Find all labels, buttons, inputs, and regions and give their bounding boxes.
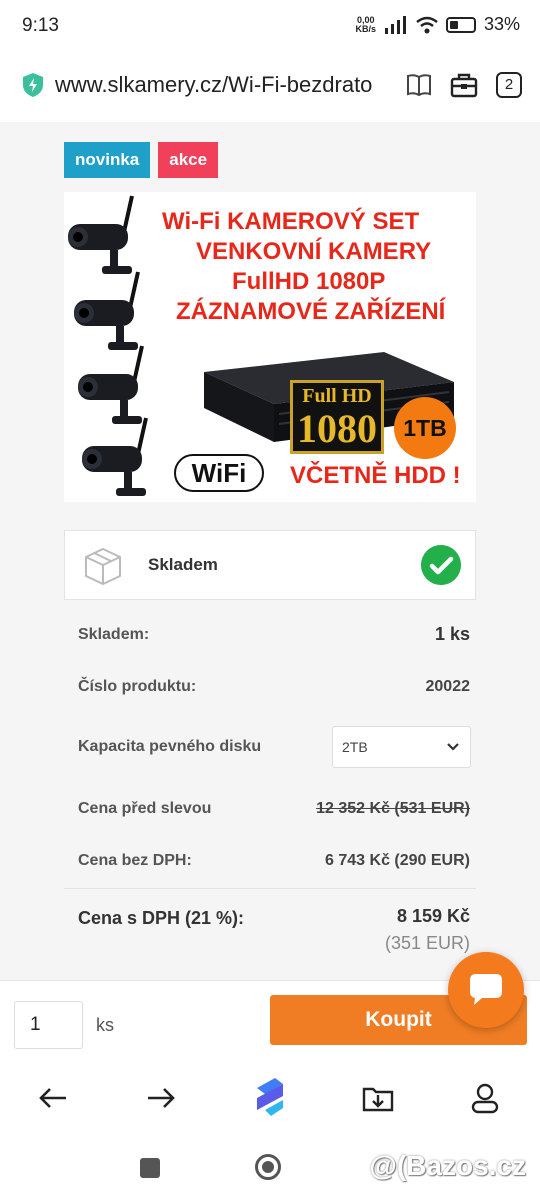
wifi-icon	[416, 16, 438, 33]
back-arrow-icon[interactable]	[36, 1081, 70, 1115]
hdd-capacity-select[interactable]: 2TB	[332, 726, 471, 768]
recent-apps-button[interactable]	[140, 1158, 160, 1178]
detail-row-price-no-vat: Cena bez DPH: 6 743 Kč (290 EUR)	[64, 850, 476, 874]
image-headline-2: VENKOVNÍ KAMERY	[196, 238, 432, 265]
price-no-vat-value: 6 743 Kč (290 EUR)	[325, 852, 470, 869]
browser-url-bar: www.slkamery.cz/Wi-Fi-bezdrato 2	[0, 52, 540, 122]
watermark: @(Bazos.cz	[369, 1150, 526, 1181]
capacity-label: 1TB	[403, 415, 447, 441]
url-address[interactable]: www.slkamery.cz/Wi-Fi-bezdrato	[55, 72, 395, 98]
badge-new: novinka	[64, 142, 151, 178]
browser-bottom-nav	[0, 1064, 540, 1134]
badge-sale: akce	[158, 142, 219, 178]
product-image[interactable]: Wi-Fi KAMEROVÝ SET VENKOVNÍ KAMERY FullH…	[64, 192, 476, 502]
stock-value: 1 ks	[434, 624, 470, 644]
status-icons: 0,00 KB/s 33%	[355, 14, 520, 35]
price-before-label: Cena před slevou	[78, 800, 212, 817]
fullhd-sticker: Full HD 1080	[290, 380, 384, 454]
battery-icon	[445, 16, 476, 33]
product-content: novinka akce Wi-Fi KAMEROVÝ SET VENKOVNÍ…	[0, 122, 540, 980]
forward-arrow-icon[interactable]	[144, 1081, 178, 1115]
detail-row-product-number: Číslo produktu: 20022	[64, 676, 476, 700]
browser-logo-icon[interactable]	[251, 1076, 289, 1118]
tab-count-button[interactable]: 2	[496, 72, 522, 98]
shield-lightning-icon[interactable]	[22, 72, 44, 98]
wifi-logo: WiFi	[174, 454, 264, 492]
stock-status-box: Skladem	[64, 530, 476, 600]
downloads-icon[interactable]	[361, 1081, 395, 1115]
hdd-note: VČETNĚ HDD !	[290, 462, 461, 489]
profile-icon[interactable]	[468, 1081, 502, 1115]
status-bar: 9:13 0,00 KB/s 33%	[0, 0, 540, 52]
image-headline-3: FullHD 1080P	[232, 268, 386, 295]
hdd-capacity-label: Kapacita pevného disku	[78, 738, 262, 755]
price-no-vat-label: Cena bez DPH:	[78, 852, 192, 869]
detail-row-hdd-capacity: Kapacita pevného disku 2TB	[64, 726, 476, 768]
wifi-logo-text: WiFi	[191, 458, 247, 488]
chat-button[interactable]	[448, 952, 524, 1028]
quantity-unit: ks	[96, 1015, 114, 1035]
detail-row-stock: Skladem: 1 ks	[64, 624, 476, 648]
camera-illustration	[68, 195, 148, 496]
chat-bubble-icon	[470, 974, 502, 1005]
network-speed-unit: KB/s	[355, 23, 376, 34]
price-vat-value: 8 159 Kč	[396, 906, 470, 926]
price-vat-eur: (351 EUR)	[384, 933, 470, 953]
system-nav-bar: @(Bazos.cz	[0, 1134, 540, 1200]
stock-status-label: Skladem	[148, 555, 218, 574]
product-badges: novinka akce	[64, 142, 219, 178]
image-headline-1: Wi-Fi KAMEROVÝ SET	[162, 208, 420, 235]
chevron-down-icon	[447, 743, 459, 751]
price-before-value: 12 352 Kč (531 EUR)	[316, 800, 470, 817]
price-divider	[64, 888, 476, 889]
product-number-value: 20022	[425, 678, 471, 695]
price-vat-label: Cena s DPH (21 %):	[78, 908, 245, 928]
battery-percent: 33%	[483, 14, 520, 34]
check-icon	[421, 545, 461, 585]
resolution-label: 1080	[297, 406, 377, 451]
image-headline-4: ZÁZNAMOVÉ ZAŘÍZENÍ	[176, 298, 446, 325]
toolbox-icon[interactable]	[449, 70, 479, 100]
product-number-label: Číslo produktu:	[78, 678, 197, 695]
capacity-sticker: 1TB	[394, 397, 456, 459]
detail-row-price-vat: Cena s DPH (21 %): 8 159 Kč (351 EUR)	[64, 906, 476, 962]
quantity-input[interactable]	[14, 1001, 83, 1049]
signal-icon	[384, 15, 406, 34]
network-speed: 0,00 KB/s	[355, 15, 376, 34]
hdd-capacity-selected: 2TB	[342, 739, 368, 755]
detail-row-price-before: Cena před slevou 12 352 Kč (531 EUR)	[64, 798, 476, 822]
status-time: 9:13	[22, 15, 59, 36]
reader-mode-icon[interactable]	[404, 70, 434, 100]
home-button[interactable]	[255, 1154, 281, 1180]
stock-label: Skladem:	[78, 626, 150, 643]
package-icon	[85, 547, 121, 586]
